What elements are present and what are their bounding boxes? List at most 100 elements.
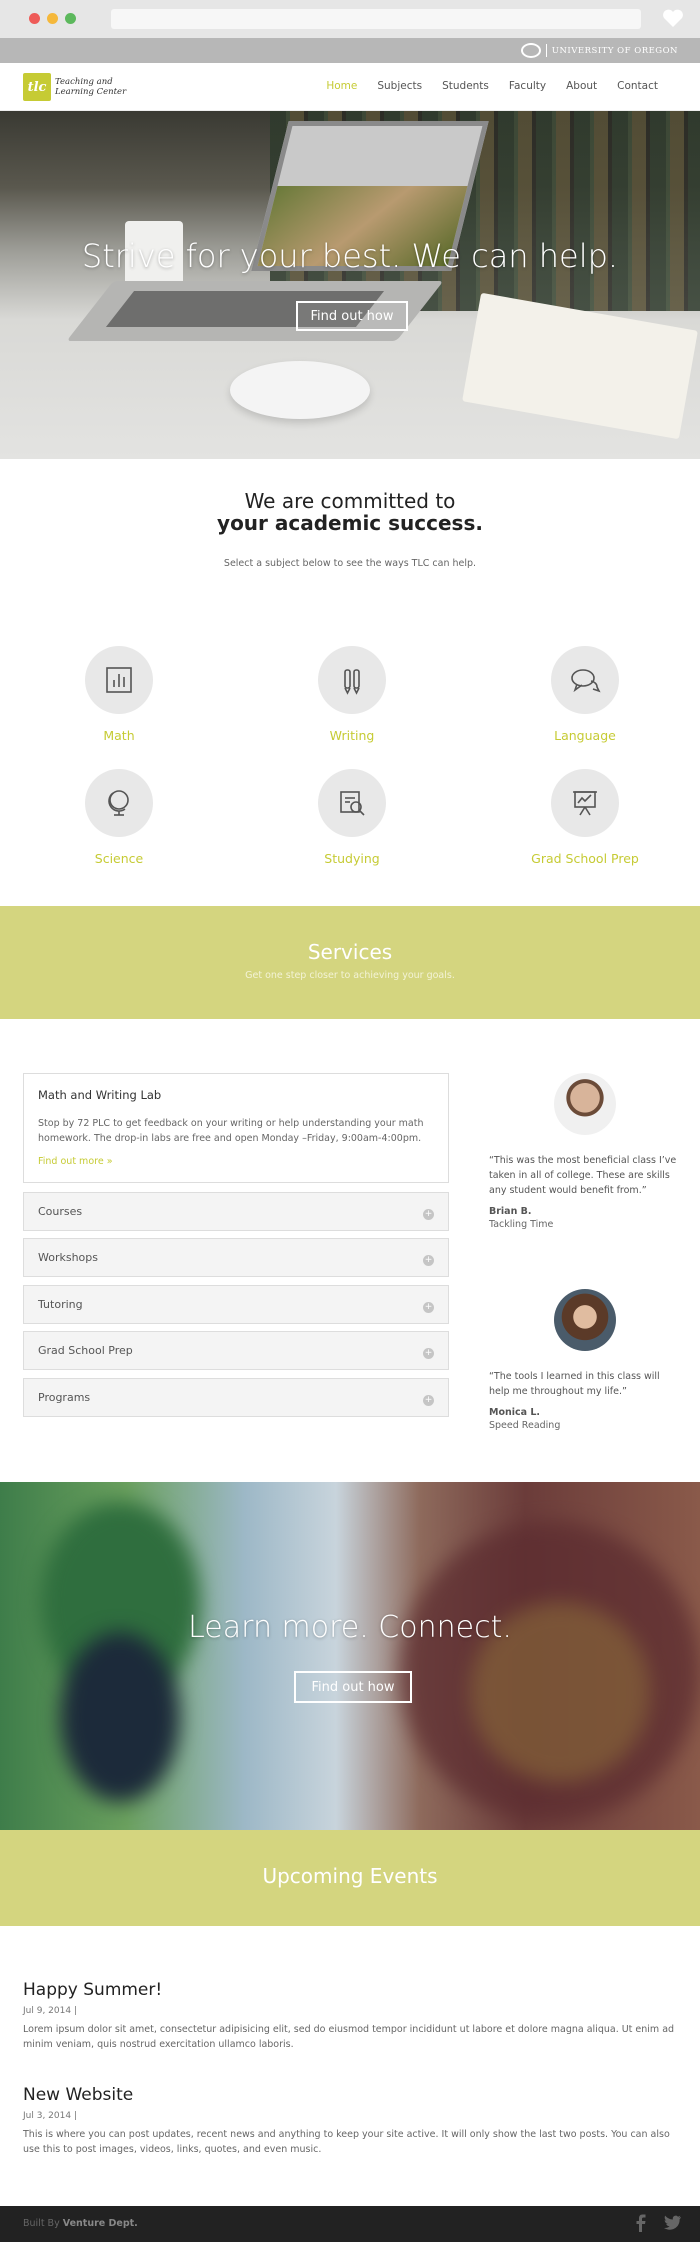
heart-icon[interactable] [662, 8, 684, 32]
commitment-section: We are committed to your academic succes… [0, 490, 700, 569]
university-logo[interactable]: UNIVERSITY OF OREGON [520, 43, 678, 58]
expand-icon[interactable]: + [423, 1255, 434, 1266]
accordion-label: Programs [38, 1391, 91, 1404]
twitter-icon[interactable] [662, 2214, 682, 2232]
accordion-workshops[interactable]: Workshops + [23, 1238, 449, 1277]
nav-students[interactable]: Students [442, 80, 489, 92]
accordion-label: Workshops [38, 1251, 99, 1264]
minimize-window-dot[interactable] [47, 13, 58, 24]
expand-icon[interactable]: + [423, 1302, 434, 1313]
site-footer: Built By Venture Dept. [0, 2206, 700, 2242]
facebook-icon[interactable] [634, 2214, 646, 2232]
expand-icon[interactable]: + [423, 1395, 434, 1406]
subject-label-writing[interactable]: Writing [282, 728, 422, 743]
subject-label-science[interactable]: Science [49, 851, 189, 866]
testimonial-1: “This was the most beneficial class I’ve… [489, 1073, 679, 1230]
testimonial-2: “The tools I learned in this class will … [489, 1289, 679, 1431]
magnify-document-icon [340, 791, 365, 816]
events-band: Upcoming Events [0, 1830, 700, 1926]
connect-banner: Learn more. Connect. Find out how [0, 1482, 700, 1830]
hero-banner: Strive for your best. We can help. Find … [0, 111, 700, 459]
commitment-subtitle: Select a subject below to see the ways T… [223, 558, 477, 569]
university-name: UNIVERSITY OF OREGON [551, 45, 678, 56]
nav-faculty[interactable]: Faculty [509, 80, 546, 92]
subject-label-grad-school-prep[interactable]: Grad School Prep [515, 851, 655, 866]
notebook-image [462, 292, 698, 440]
accordion-label: Tutoring [38, 1298, 83, 1311]
post-title[interactable]: Happy Summer! [23, 1980, 677, 2000]
accordion-programs[interactable]: Programs + [23, 1378, 449, 1417]
post-happy-summer: Happy Summer! Jul 9, 2014 | Lorem ipsum … [23, 1980, 677, 2052]
pencil-pen-icon [344, 669, 360, 695]
lab-card-body: Stop by 72 PLC to get feedback on your w… [38, 1118, 424, 1144]
subject-label-math[interactable]: Math [49, 728, 189, 743]
studying-circle[interactable] [318, 769, 386, 837]
post-date: Jul 3, 2014 | [23, 2111, 77, 2121]
university-bar: UNIVERSITY OF OREGON [0, 38, 700, 63]
subject-math[interactable]: Math [49, 646, 189, 743]
expand-icon[interactable]: + [423, 1209, 434, 1220]
subject-label-language[interactable]: Language [515, 728, 655, 743]
subject-studying[interactable]: Studying [282, 769, 422, 866]
subject-science[interactable]: Science [49, 769, 189, 866]
subject-language[interactable]: Language [515, 646, 655, 743]
post-body: Lorem ipsum dolor sit amet, consectetur … [23, 2024, 675, 2050]
post-body: This is where you can post updates, rece… [23, 2129, 670, 2155]
hero-find-out-button[interactable]: Find out how [296, 301, 408, 331]
post-date: Jul 9, 2014 | [23, 2006, 77, 2016]
logo-line-2: Learning Center [55, 87, 127, 97]
commitment-line-2: your academic success. [217, 511, 483, 535]
site-header: tlc Teaching and Learning Center Home Su… [0, 63, 700, 111]
services-subtitle: Get one step closer to achieving your go… [245, 970, 455, 981]
math-circle[interactable] [85, 646, 153, 714]
hero-title: Strive for your best. We can help. [81, 237, 619, 275]
expand-icon[interactable]: + [423, 1348, 434, 1359]
services-title: Services [307, 940, 393, 964]
avatar [554, 1073, 616, 1135]
lab-card: Math and Writing Lab Stop by 72 PLC to g… [23, 1073, 449, 1183]
connect-find-out-button[interactable]: Find out how [294, 1671, 412, 1703]
blurred-figure-lower [60, 1632, 180, 1802]
grad-circle[interactable] [551, 769, 619, 837]
subject-label-studying[interactable]: Studying [282, 851, 422, 866]
main-nav: Home Subjects Students Faculty About Con… [326, 80, 658, 92]
services-band: Services Get one step closer to achievin… [0, 906, 700, 1019]
logo-divider [545, 44, 547, 57]
accordion-tutoring[interactable]: Tutoring + [23, 1285, 449, 1324]
lab-card-title: Math and Writing Lab [38, 1088, 162, 1102]
logo-text: Teaching and Learning Center [55, 77, 126, 97]
close-window-dot[interactable] [29, 13, 40, 24]
post-new-website: New Website Jul 3, 2014 | This is where … [23, 2085, 677, 2157]
nav-subjects[interactable]: Subjects [377, 80, 422, 92]
speech-bubbles-icon [571, 669, 601, 693]
nav-contact[interactable]: Contact [617, 80, 658, 92]
footer-author[interactable]: Venture Dept. [63, 2218, 138, 2229]
writing-circle[interactable] [318, 646, 386, 714]
post-title[interactable]: New Website [23, 2085, 677, 2105]
site-logo[interactable]: tlc Teaching and Learning Center [23, 73, 126, 101]
footer-prefix: Built By [23, 2218, 60, 2229]
social-links [634, 2214, 682, 2232]
events-title: Upcoming Events [262, 1864, 438, 1888]
nav-home[interactable]: Home [326, 80, 357, 92]
testimonial-name: Monica L. [489, 1407, 541, 1418]
maximize-window-dot[interactable] [65, 13, 76, 24]
accordion-courses[interactable]: Courses + [23, 1192, 449, 1231]
language-circle[interactable] [551, 646, 619, 714]
subject-writing[interactable]: Writing [282, 646, 422, 743]
logo-mark: tlc [23, 73, 51, 101]
browser-chrome [0, 0, 700, 38]
nav-about[interactable]: About [566, 80, 597, 92]
accordion-label: Grad School Prep [38, 1344, 133, 1357]
avatar [554, 1289, 616, 1351]
address-bar[interactable] [111, 9, 641, 29]
science-circle[interactable] [85, 769, 153, 837]
accordion-grad-school-prep[interactable]: Grad School Prep + [23, 1331, 449, 1370]
bar-chart-icon [106, 667, 132, 693]
find-out-more-link[interactable]: Find out more » [38, 1156, 434, 1167]
connect-title: Learn more. Connect. [188, 1610, 512, 1645]
subject-grad-school-prep[interactable]: Grad School Prep [515, 769, 655, 866]
logo-line-1: Teaching and [55, 77, 113, 87]
testimonial-quote: “The tools I learned in this class will … [489, 1371, 660, 1397]
globe-icon [108, 790, 129, 816]
